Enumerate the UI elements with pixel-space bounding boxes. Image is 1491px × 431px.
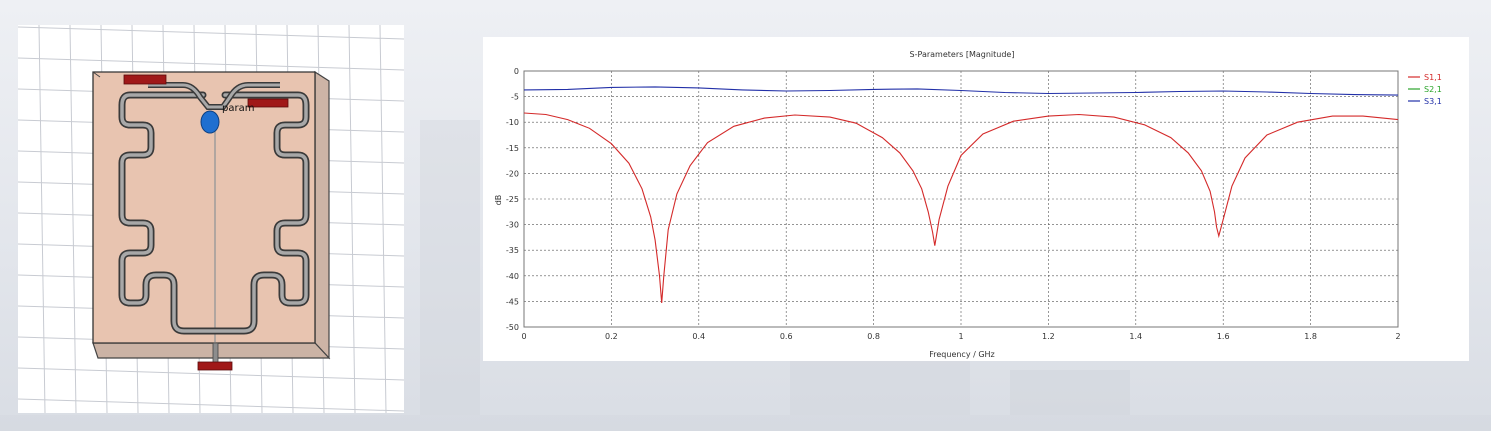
grid-line-vertical — [379, 25, 387, 413]
y-tick-label: -20 — [506, 169, 519, 178]
chart-canvas: S-Parameters [Magnitude] Frequency / GHz… — [494, 50, 1442, 359]
substrate-bottom-edge — [92, 342, 331, 359]
y-tick-label: -45 — [506, 297, 519, 306]
x-axis-label: Frequency / GHz — [929, 350, 995, 359]
y-tick-label: -25 — [506, 195, 519, 204]
antenna-model: param — [18, 25, 404, 413]
x-tick-label: 2 — [1395, 332, 1400, 341]
port-label: param — [222, 103, 254, 114]
y-tick-label: -15 — [506, 144, 519, 153]
port-1[interactable] — [123, 74, 167, 85]
y-tick-label: -35 — [506, 246, 519, 255]
x-tick-label: 0.6 — [780, 332, 793, 341]
x-tick-label: 0.4 — [692, 332, 705, 341]
x-tick-label: 0 — [521, 332, 526, 341]
legend-entry-2[interactable]: S3,1 — [1424, 97, 1442, 106]
grid-line-vertical — [69, 25, 77, 413]
y-tick-label: 0 — [514, 67, 519, 76]
x-tick-label: 0.8 — [867, 332, 880, 341]
port-3[interactable] — [197, 361, 233, 371]
grid-line-horizontal — [18, 26, 404, 40]
legend[interactable]: S1,1 S2,1 S3,1 — [1408, 73, 1442, 106]
y-tick-label: -5 — [511, 93, 519, 102]
legend-entry-0[interactable]: S1,1 — [1424, 73, 1442, 82]
x-tick-label: 1.2 — [1042, 332, 1055, 341]
grid-line-horizontal — [18, 57, 404, 71]
probe-marker[interactable] — [200, 110, 220, 134]
y-tick-label: -30 — [506, 221, 519, 230]
axis-ticks: 0 0.2 0.4 0.6 0.8 1 1.2 1.4 1.6 1.8 2 0 -5 -10 -15 -20 -… — [506, 67, 1401, 341]
chart-title: S-Parameters [Magnitude] — [910, 50, 1015, 59]
grid — [523, 70, 1399, 328]
s-parameter-plot[interactable]: S-Parameters [Magnitude] Frequency / GHz… — [483, 37, 1469, 361]
legend-entry-1[interactable]: S2,1 — [1424, 85, 1442, 94]
x-tick-label: 1.6 — [1217, 332, 1230, 341]
substrate-edge — [314, 70, 330, 360]
y-tick-label: -40 — [506, 272, 519, 281]
x-tick-label: 1.4 — [1129, 332, 1142, 341]
grid-line-vertical — [348, 25, 356, 413]
x-tick-label: 1.8 — [1304, 332, 1317, 341]
x-tick-label: 1 — [958, 332, 963, 341]
y-tick-label: -10 — [506, 118, 519, 127]
y-axis-label: dB — [494, 195, 503, 206]
x-tick-label: 0.2 — [605, 332, 618, 341]
model-viewport[interactable]: param — [18, 25, 404, 413]
grid-line-vertical — [38, 25, 46, 413]
y-tick-label: -50 — [506, 323, 519, 332]
